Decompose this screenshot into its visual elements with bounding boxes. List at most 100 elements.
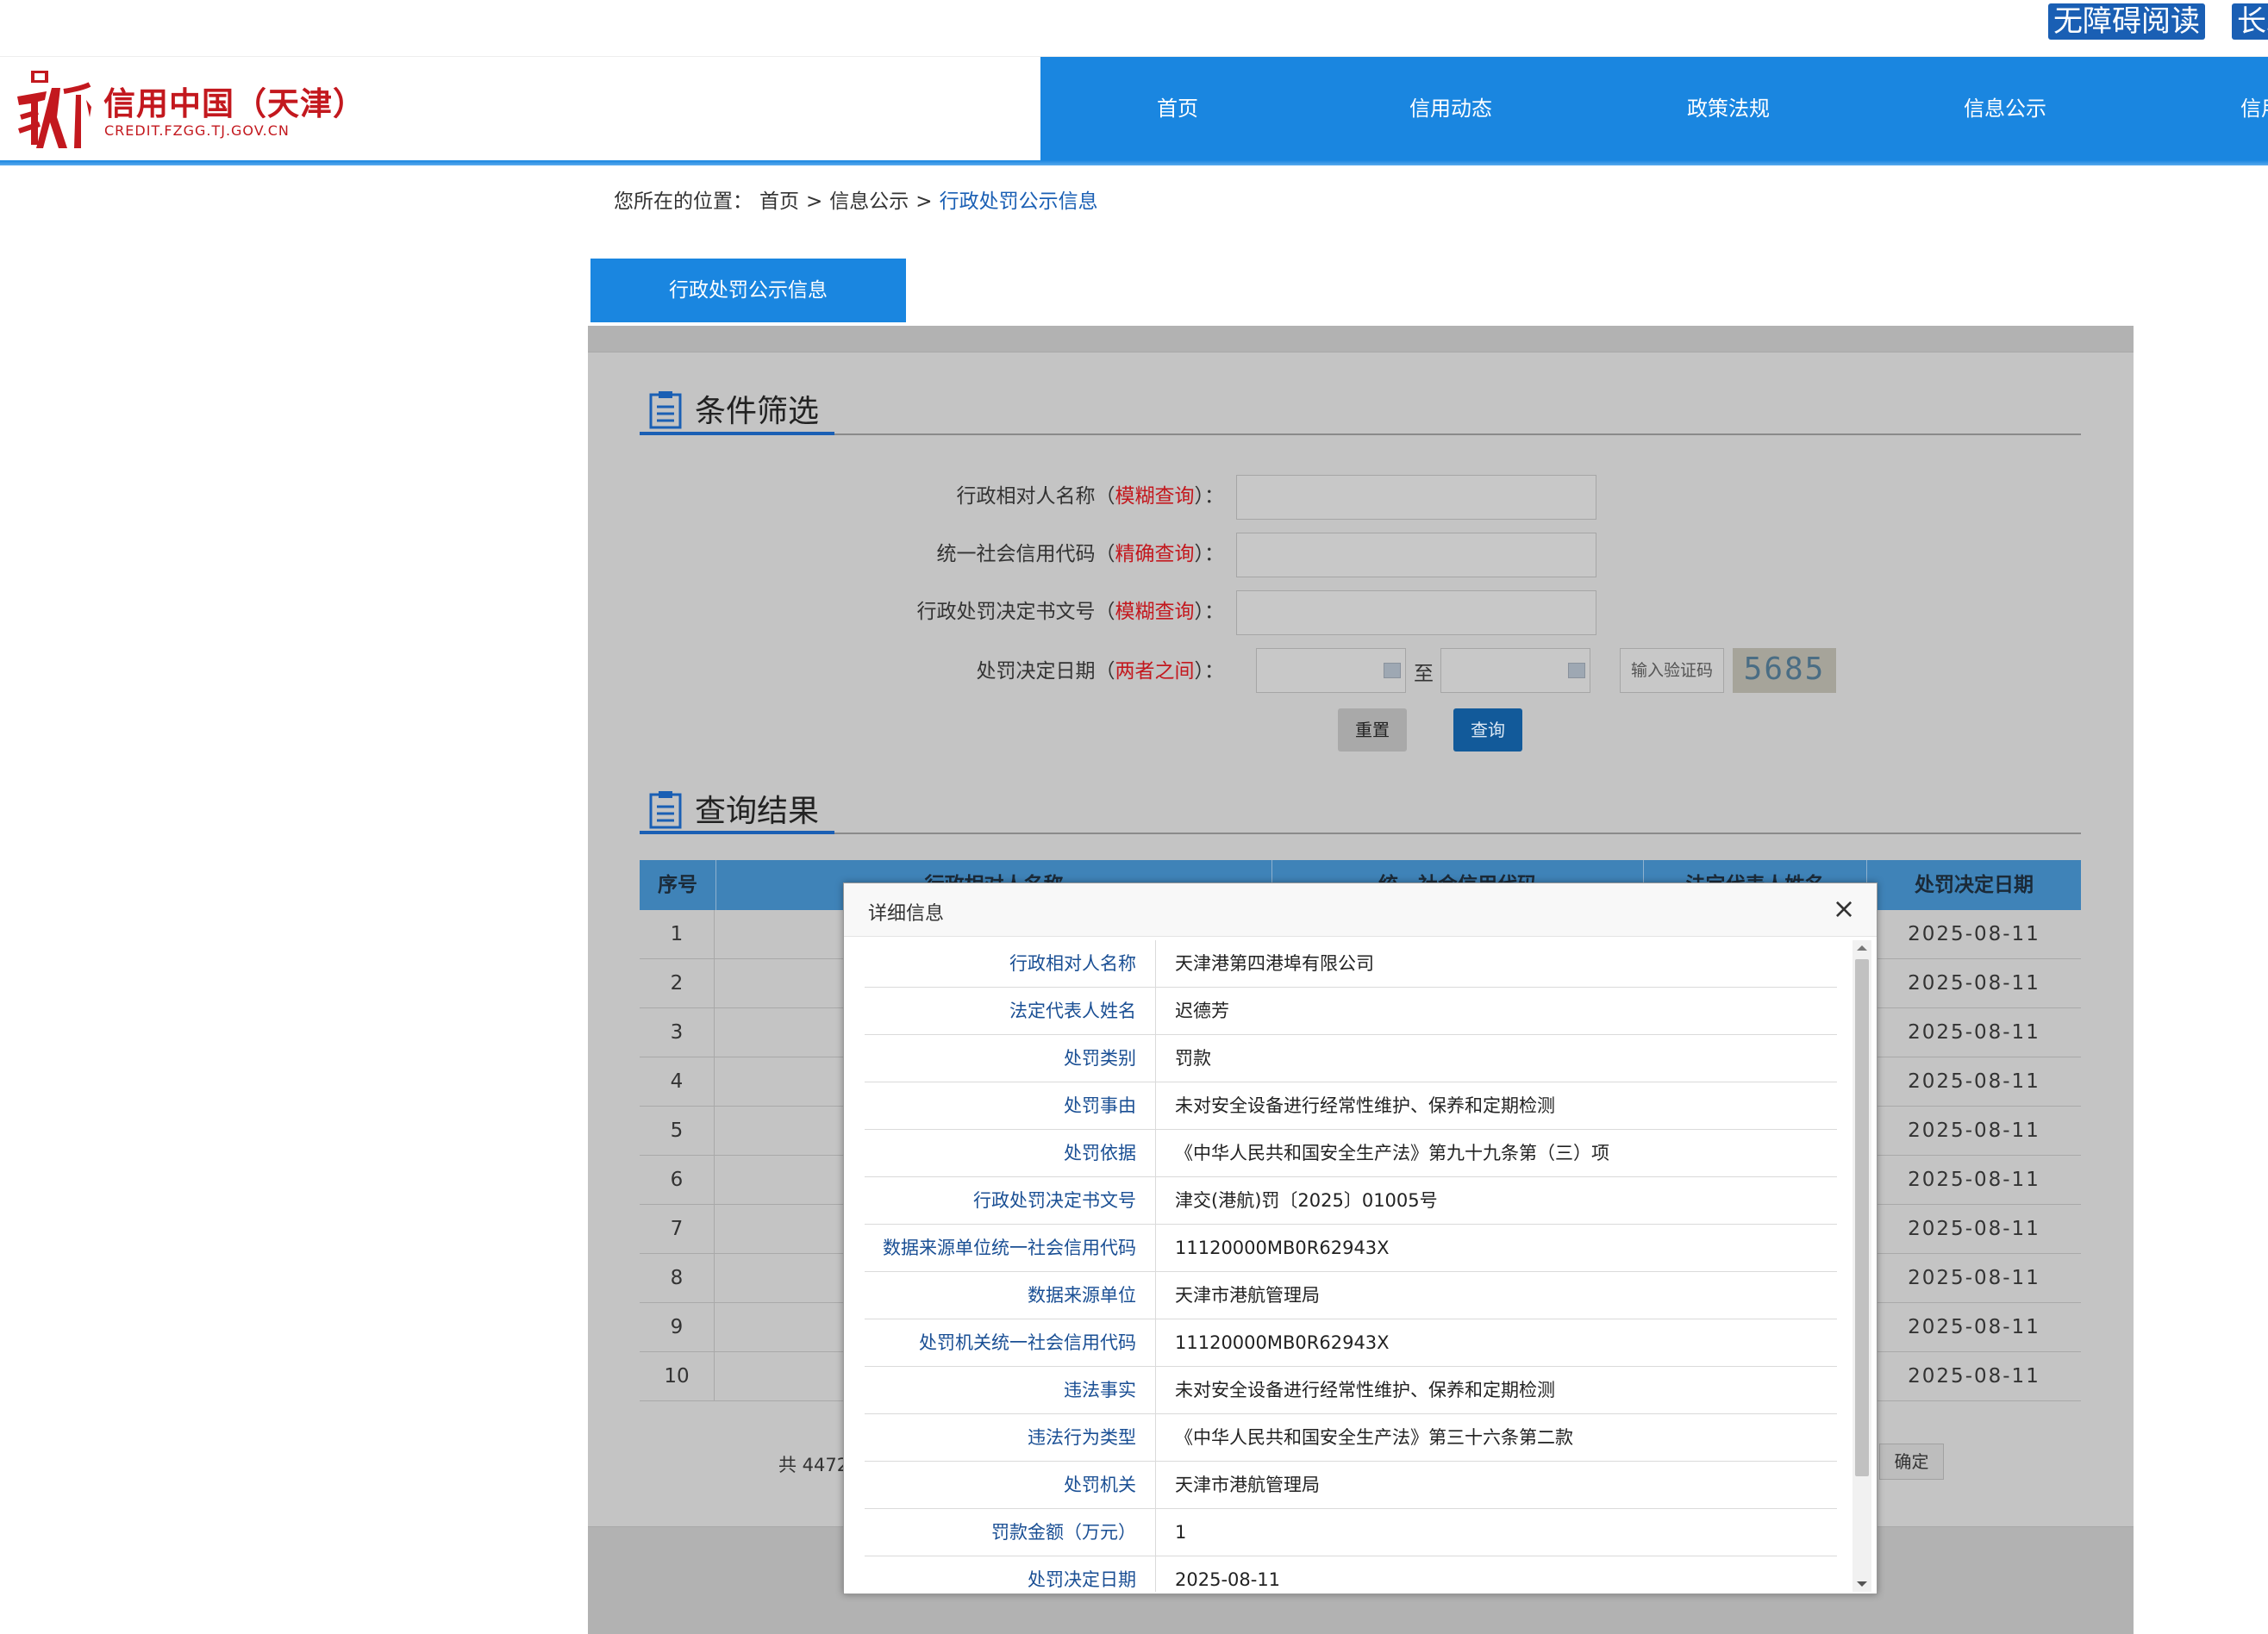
modal-scrollbar[interactable]: [1853, 940, 1871, 1592]
row-decision-date: 2025-08-11: [1908, 1070, 2040, 1093]
accessibility-button[interactable]: 无障碍阅读: [2048, 3, 2205, 40]
calendar-icon[interactable]: [1568, 663, 1585, 678]
detail-label: 行政处罚决定书文号: [865, 1177, 1156, 1225]
breadcrumb-home[interactable]: 首页: [759, 190, 799, 213]
filter-divider-accent: [640, 432, 834, 435]
calendar-icon[interactable]: [1384, 663, 1401, 678]
detail-row: 违法行为类型 《中华人民共和国安全生产法》第三十六条第二款: [865, 1414, 1837, 1462]
credit-code-input[interactable]: [1236, 533, 1596, 577]
detail-value: 未对安全设备进行经常性维护、保养和定期检测: [1175, 1380, 1555, 1400]
row-decision-date: 2025-08-11: [1908, 1169, 2040, 1191]
detail-label: 处罚类别: [865, 1035, 1156, 1082]
row-decision-date: 2025-08-11: [1908, 1316, 2040, 1338]
site-logo-icon[interactable]: [12, 65, 93, 152]
pager-confirm-button[interactable]: 确定: [1879, 1444, 1944, 1480]
detail-value: 《中华人民共和国安全生产法》第三十六条第二款: [1175, 1427, 1573, 1448]
date-from-input[interactable]: [1256, 648, 1406, 693]
detail-row: 法定代表人姓名 迟德芳: [865, 988, 1837, 1035]
modal-header: 详细信息 ×: [844, 883, 1877, 937]
results-divider: [640, 833, 2081, 834]
detail-row: 处罚机关 天津市港航管理局: [865, 1462, 1837, 1509]
captcha-image[interactable]: 5685: [1733, 648, 1836, 693]
scroll-up-icon[interactable]: [1857, 945, 1867, 951]
detail-value: 迟德芳: [1175, 1001, 1229, 1021]
detail-value: 未对安全设备进行经常性维护、保养和定期检测: [1175, 1095, 1555, 1116]
pager-total: 共 4472: [778, 1455, 849, 1475]
scroll-thumb[interactable]: [1855, 959, 1869, 1476]
nav-item-policy[interactable]: 政策法规: [1687, 57, 1770, 160]
detail-value: 天津港第四港埠有限公司: [1175, 953, 1374, 974]
nav-item-info-disclosure[interactable]: 信息公示: [1964, 57, 2046, 160]
detail-row: 数据来源单位 天津市港航管理局: [865, 1272, 1837, 1319]
row-decision-date: 2025-08-11: [1908, 1218, 2040, 1240]
nav-item-home[interactable]: 首页: [1157, 57, 1198, 160]
breadcrumb-separator: >: [806, 190, 823, 213]
modal-title: 详细信息: [868, 903, 945, 925]
clipboard-icon: [649, 791, 682, 829]
nav-item-credit-news[interactable]: 信用动态: [1409, 57, 1492, 160]
row-decision-date: 2025-08-11: [1908, 1267, 2040, 1289]
filter-section-title: 条件筛选: [695, 394, 820, 429]
field-label-decision-number: 行政处罚决定书文号（模糊查询）：: [916, 601, 1225, 623]
tab-administrative-penalty[interactable]: 行政处罚公示信息: [590, 259, 906, 322]
detail-row: 罚款金额（万元） 1: [865, 1509, 1837, 1556]
captcha-input[interactable]: 输入验证码: [1620, 648, 1724, 693]
detail-label: 处罚依据: [865, 1130, 1156, 1177]
detail-label: 处罚事由: [865, 1082, 1156, 1130]
row-decision-date: 2025-08-11: [1908, 972, 2040, 995]
scroll-down-icon[interactable]: [1857, 1581, 1867, 1587]
row-decision-date: 2025-08-11: [1908, 923, 2040, 945]
search-button[interactable]: 查询: [1453, 708, 1522, 752]
detail-row: 行政相对人名称 天津港第四港埠有限公司: [865, 940, 1837, 988]
detail-label: 违法事实: [865, 1367, 1156, 1414]
detail-modal: 详细信息 × 行政相对人名称 天津港第四港埠有限公司 法定代表人姓名 迟德芳 处罚类…: [843, 882, 1878, 1594]
detail-label: 处罚决定日期: [865, 1556, 1156, 1592]
site-domain: CREDIT.FZGG.TJ.GOV.CN: [104, 122, 290, 139]
close-icon[interactable]: ×: [1830, 895, 1858, 923]
site-name[interactable]: 信用中国（天津）: [103, 78, 366, 124]
site-header: 信用中国（天津） CREDIT.FZGG.TJ.GOV.CN 首页 信用动态 政…: [0, 57, 2268, 160]
detail-label: 处罚机关统一社会信用代码: [865, 1319, 1156, 1367]
detail-label: 法定代表人姓名: [865, 988, 1156, 1035]
detail-row: 处罚决定日期 2025-08-11: [865, 1556, 1837, 1592]
nav-underline: [0, 160, 2268, 165]
breadcrumb-separator: >: [915, 190, 933, 213]
detail-row: 处罚类别 罚款: [865, 1035, 1837, 1082]
column-header-no: 序号: [640, 860, 716, 910]
row-decision-date: 2025-08-11: [1908, 1365, 2040, 1388]
row-decision-date: 2025-08-11: [1908, 1119, 2040, 1142]
nav-item-credit-more[interactable]: 信用: [2240, 57, 2268, 160]
row-number: 2: [640, 959, 715, 1008]
detail-row: 违法事实 未对安全设备进行经常性维护、保养和定期检测: [865, 1367, 1837, 1414]
detail-row: 行政处罚决定书文号 津交(港航)罚〔2025〕01005号: [865, 1177, 1837, 1225]
top-bar: 无障碍阅读 长辈: [0, 0, 2268, 57]
detail-row: 处罚依据 《中华人民共和国安全生产法》第九十九条第（三）项: [865, 1130, 1837, 1177]
detail-label: 罚款金额（万元）: [865, 1509, 1156, 1556]
modal-body: 行政相对人名称 天津港第四港埠有限公司 法定代表人姓名 迟德芳 处罚类别 罚款 处罚事…: [865, 940, 1837, 1592]
row-number: 4: [640, 1057, 715, 1107]
main-nav: 首页 信用动态 政策法规 信息公示 信用: [1040, 57, 2268, 160]
reset-button[interactable]: 重置: [1338, 708, 1407, 752]
elder-mode-button[interactable]: 长辈: [2232, 3, 2268, 40]
detail-value: 11120000MB0R62943X: [1175, 1332, 1390, 1353]
row-number: 1: [640, 910, 715, 959]
breadcrumb-info-disclosure[interactable]: 信息公示: [829, 190, 909, 213]
field-label-credit-code: 统一社会信用代码（精确查询）：: [936, 543, 1225, 565]
row-number: 5: [640, 1107, 715, 1156]
detail-label: 行政相对人名称: [865, 940, 1156, 988]
results-divider-accent: [640, 831, 834, 834]
detail-value: 津交(港航)罚〔2025〕01005号: [1175, 1190, 1438, 1211]
results-section-title: 查询结果: [695, 794, 820, 829]
filter-divider: [640, 433, 2081, 435]
decision-number-input[interactable]: [1236, 590, 1596, 635]
breadcrumb-prefix: 您所在的位置：: [614, 190, 753, 213]
field-label-decision-date: 处罚决定日期（两者之间）：: [976, 660, 1225, 683]
detail-label: 数据来源单位统一社会信用代码: [865, 1225, 1156, 1272]
detail-label: 处罚机关: [865, 1462, 1156, 1509]
field-label-party-name: 行政相对人名称（模糊查询）：: [956, 485, 1225, 508]
detail-value: 天津市港航管理局: [1175, 1475, 1320, 1495]
date-to-input[interactable]: [1440, 648, 1590, 693]
party-name-input[interactable]: [1236, 475, 1596, 520]
row-number: 3: [640, 1008, 715, 1057]
breadcrumb: 您所在的位置： 首页 > 信息公示 > 行政处罚公示信息: [614, 184, 1105, 214]
